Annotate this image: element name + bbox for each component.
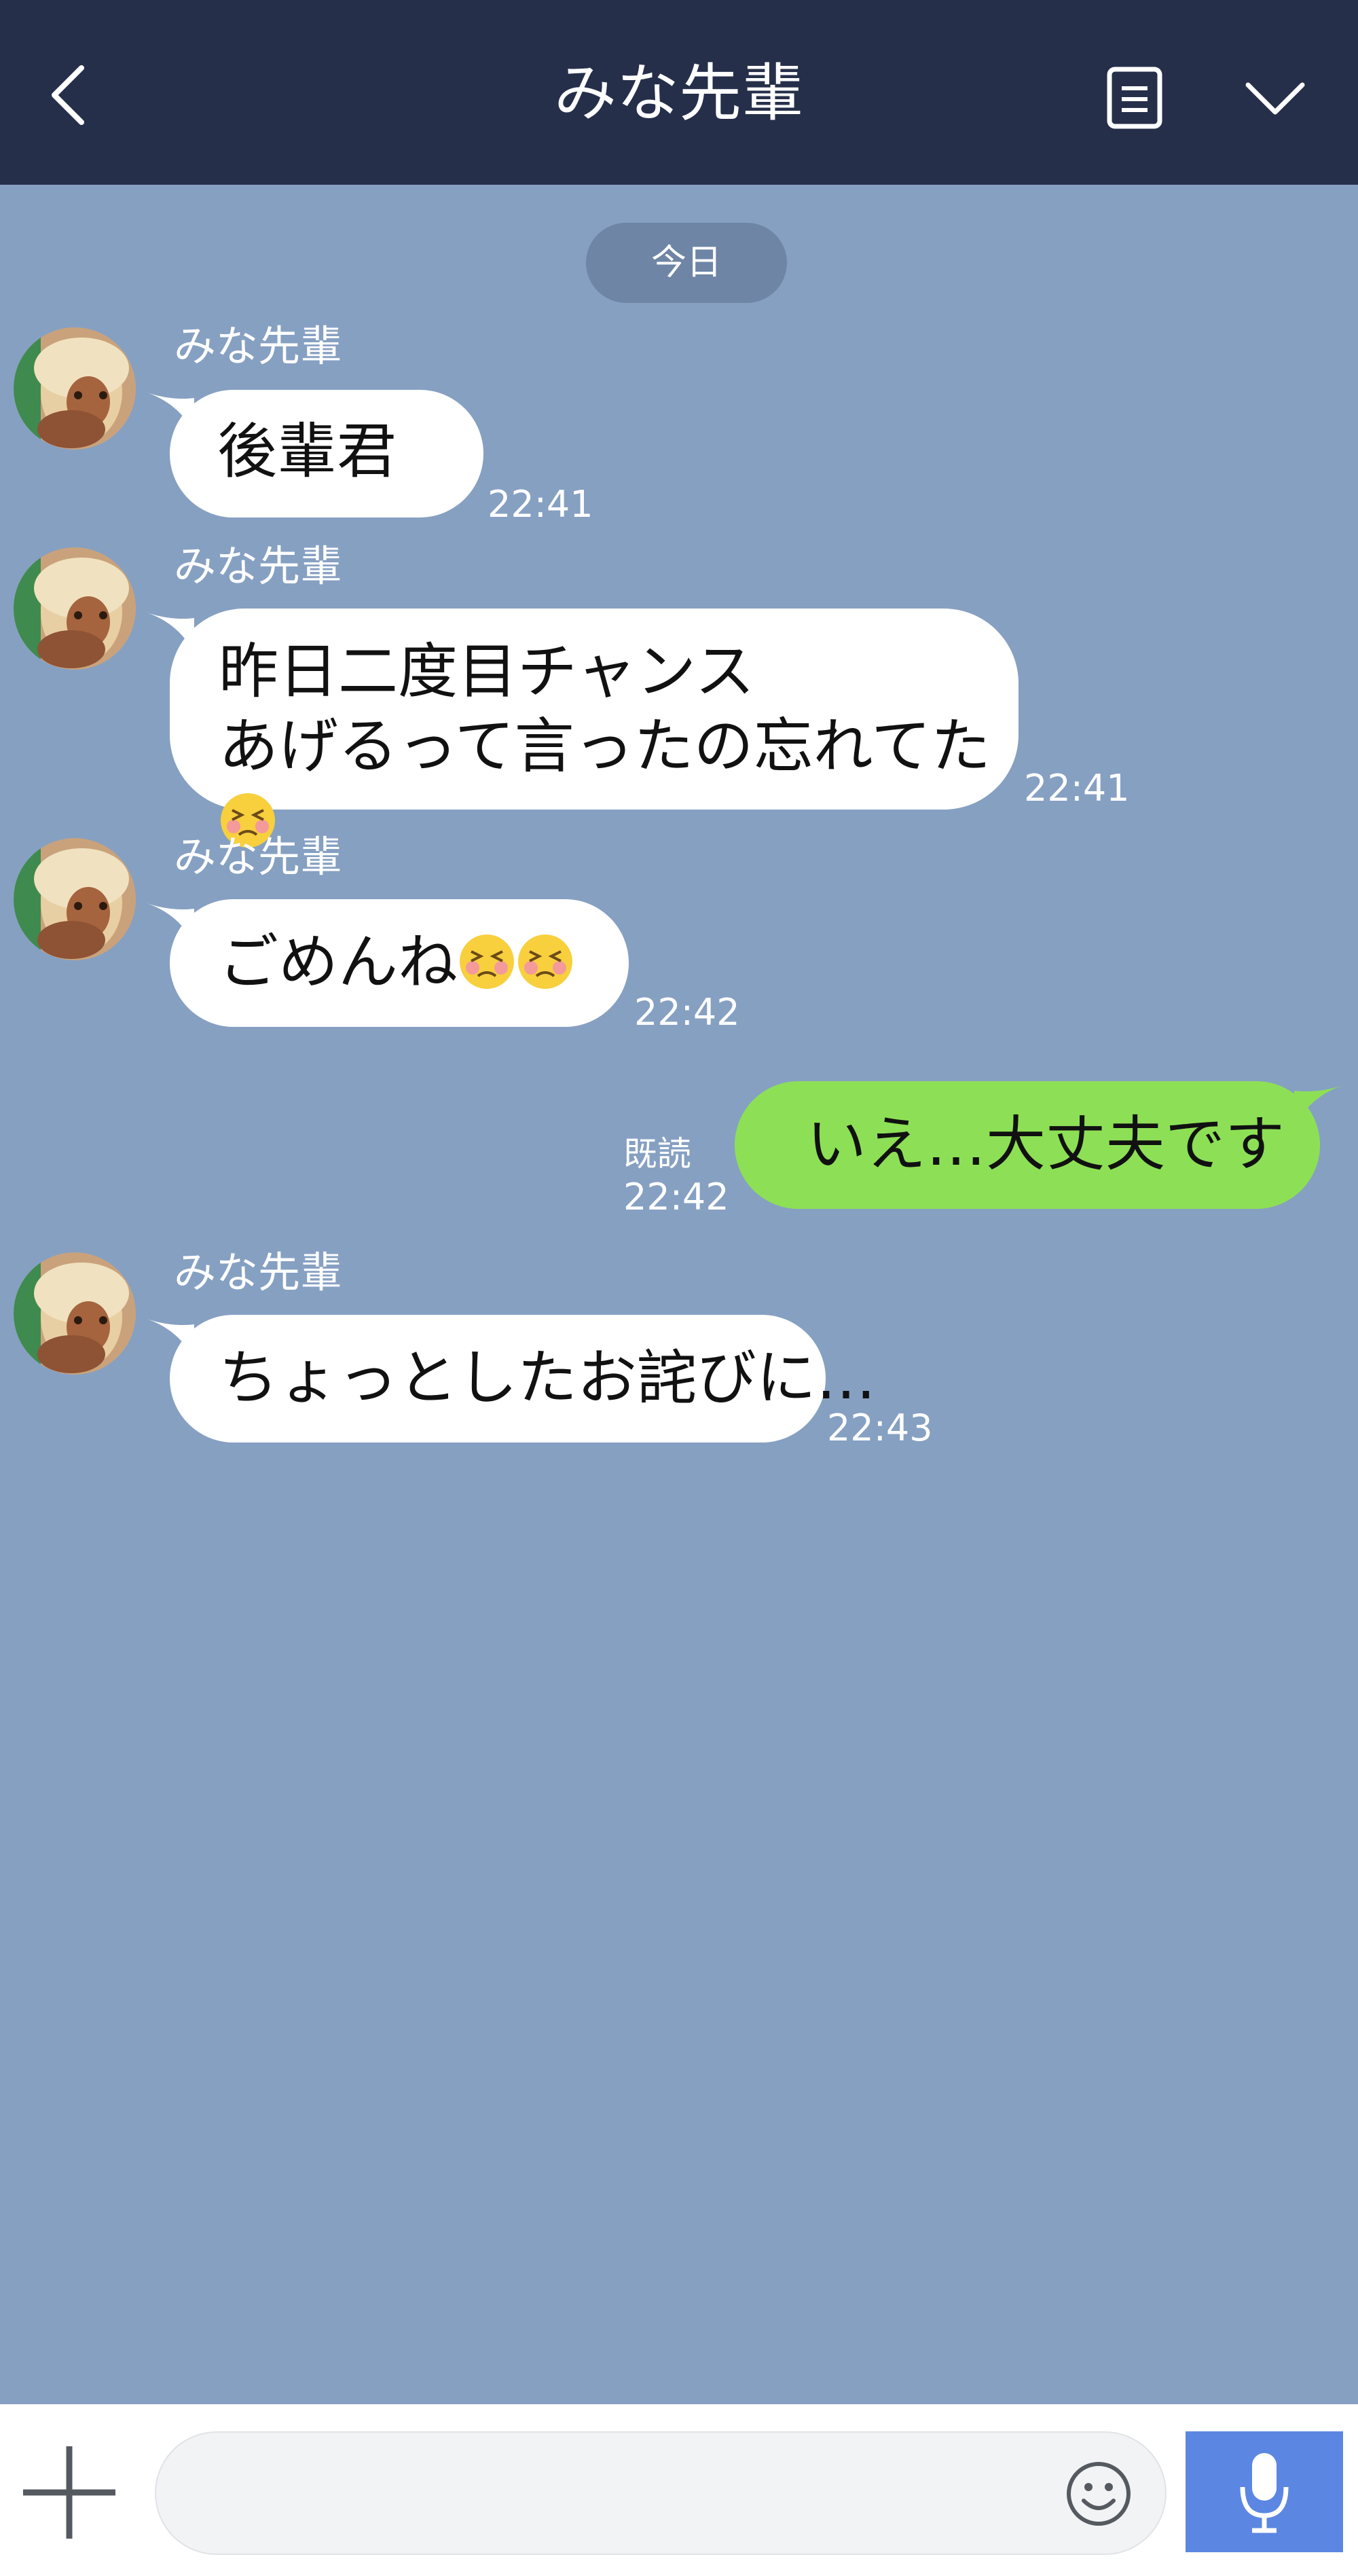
message-text: いえ…大丈夫です <box>807 1109 1285 1179</box>
sender-name: みな先輩 <box>174 541 343 591</box>
avatar[interactable] <box>14 327 136 450</box>
sender-name: みな先輩 <box>174 1248 343 1297</box>
message-time: 22:41 <box>1024 767 1130 810</box>
sender-name: みな先輩 <box>174 832 343 882</box>
message-composer <box>0 2404 1358 2576</box>
message-text-line: あげるって言ったの忘れてた <box>219 711 991 781</box>
document-icon[interactable] <box>1105 65 1164 130</box>
message-bubble[interactable]: ちょっとしたお詫びに… <box>170 1315 876 1443</box>
date-divider: 今日 <box>586 223 787 303</box>
sender-name: みな先輩 <box>174 321 343 371</box>
avatar[interactable] <box>14 838 136 960</box>
read-receipt: 既読 <box>623 1134 691 1174</box>
microphone-icon <box>1240 2453 1289 2533</box>
message-bubble[interactable]: 昨日二度目チャンス あげるって言ったの忘れてた <box>170 609 1019 848</box>
bubble-tail <box>1294 1085 1343 1126</box>
message-text: 後輩君 <box>217 416 397 486</box>
message-input[interactable] <box>197 2433 1069 2555</box>
persevering-face-emoji-icon <box>460 935 515 989</box>
message-text-line: 昨日二度目チャンス <box>219 636 755 706</box>
chat-header: みな先輩 <box>0 0 1358 185</box>
message-time: 22:42 <box>634 991 740 1034</box>
message-bubble[interactable]: 後輩君 <box>170 390 483 518</box>
message-text: ごめんね <box>219 927 458 997</box>
message-bubble[interactable]: ごめんね <box>170 899 629 1027</box>
message-input-box[interactable] <box>155 2431 1167 2555</box>
avatar[interactable] <box>14 1252 136 1375</box>
chevron-down-icon[interactable] <box>1241 75 1309 122</box>
message-time: 22:43 <box>827 1407 933 1449</box>
message-text: ちょっとしたお詫びに… <box>219 1343 877 1413</box>
persevering-face-emoji-icon <box>518 935 573 989</box>
smiley-icon[interactable] <box>1065 2460 1133 2528</box>
message-time: 22:41 <box>488 483 593 526</box>
message-bubble[interactable]: いえ…大丈夫です <box>735 1081 1320 1209</box>
avatar[interactable] <box>14 547 136 670</box>
message-time: 22:42 <box>623 1176 729 1218</box>
plus-icon[interactable] <box>20 2444 118 2541</box>
voice-button[interactable] <box>1186 2431 1343 2552</box>
